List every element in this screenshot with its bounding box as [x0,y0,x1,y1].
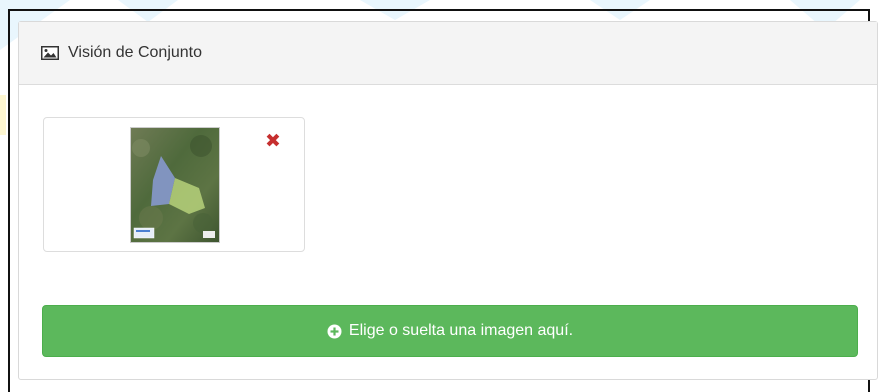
upload-button-label: Elige o suelta una imagen aquí. [348,322,574,339]
upload-image-button[interactable]: Elige o suelta una imagen aquí. [42,305,858,357]
overview-panel: Visión de Conjunto ✖ Elige o suelta una … [18,21,878,380]
map-thumbnail[interactable] [130,127,220,243]
image-thumbnail-card: ✖ [43,117,305,252]
close-icon[interactable]: ✖ [265,132,281,151]
panel-heading: Visión de Conjunto [19,22,877,85]
panel-title: Visión de Conjunto [68,44,203,61]
image-icon [41,46,59,60]
plus-circle-icon [327,324,342,339]
